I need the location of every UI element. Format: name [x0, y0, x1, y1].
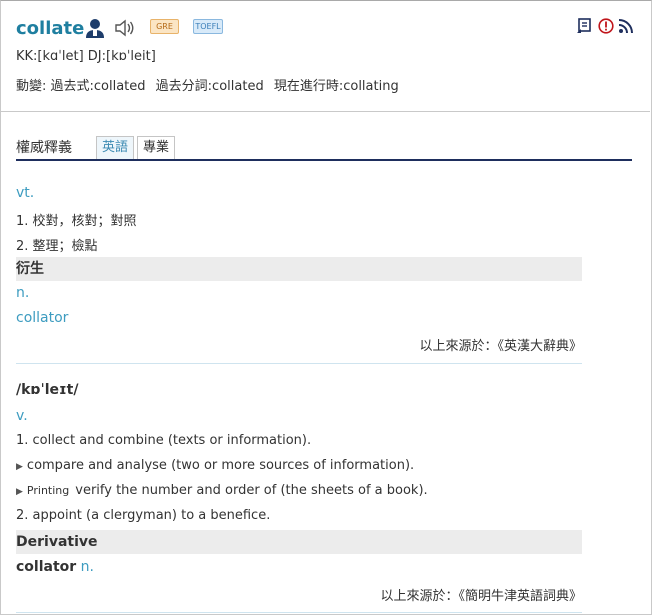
- section-divider: [16, 612, 582, 613]
- form-past-participle: 過去分詞:collated: [155, 79, 264, 94]
- rss-icon[interactable]: [618, 18, 634, 34]
- bullet-icon: ▶: [16, 462, 23, 472]
- tab-english[interactable]: 英語: [96, 136, 135, 159]
- dict1-source: 以上來源於：《英漢大辭典》: [419, 339, 582, 354]
- dict2-source: 以上來源於：《簡明牛津英語詞典》: [380, 589, 582, 604]
- dict1-derivative-link[interactable]: collator: [16, 310, 68, 326]
- tab-professional[interactable]: 專業: [137, 136, 176, 159]
- entry-header: collate GRE TOEFL KK:[kɑˈlet] DJ:[kɒˈlei…: [0, 0, 650, 112]
- form-present-participle: 現在進行時:collating: [273, 79, 399, 94]
- wordbook-icon[interactable]: [576, 18, 592, 34]
- bullet-icon: ▶: [16, 487, 23, 497]
- dict1-derivative-pos: n.: [16, 285, 30, 301]
- dict2-subsense-2-text: verify the number and order of (the shee…: [75, 483, 428, 498]
- dict2-derivative-heading: Derivative: [16, 530, 582, 554]
- definition-tabs: 權威釋義 英語 專業: [16, 134, 632, 161]
- dict2-sense-1: 1. collect and combine (texts or informa…: [16, 433, 312, 448]
- section-divider: [16, 363, 582, 364]
- tabs-title: 權威釋義: [16, 140, 72, 156]
- dict2-subsense-1-text: compare and analyse (two or more sources…: [26, 458, 415, 473]
- dict2-derivative: collator n.: [16, 559, 94, 575]
- dict2-pos: v.: [16, 408, 28, 424]
- pronunciation: KK:[kɑˈlet] DJ:[kɒˈleit]: [16, 49, 156, 64]
- dict2-derivative-pos: n.: [80, 559, 94, 575]
- dict2-ipa: /kɒˈleɪt/: [16, 382, 79, 398]
- dict2-subsense-2: ▶ Printing verify the number and order of …: [16, 483, 428, 498]
- dict2-subsense-1: ▶ compare and analyse (two or more source…: [16, 458, 414, 473]
- dict1-derivative-heading: 衍生: [16, 257, 582, 281]
- dict2-derivative-word: collator: [16, 559, 77, 575]
- headword: collate: [16, 18, 85, 39]
- toefl-badge: TOEFL: [193, 19, 223, 34]
- dict1-sense-1: 1. 校對，核對；對照: [16, 214, 137, 229]
- domain-label: Printing: [26, 484, 70, 497]
- dict1-sense-2: 2. 整理；檢點: [16, 239, 98, 254]
- form-past: 動變: 過去式:collated: [16, 79, 146, 94]
- gre-badge: GRE: [150, 19, 179, 34]
- report-error-icon[interactable]: [598, 18, 614, 34]
- word-forms: 動變: 過去式:collated 過去分詞:collated 現在進行時:col…: [16, 75, 405, 94]
- dict2-sense-2: 2. appoint (a clergyman) to a benefice.: [16, 508, 271, 523]
- user-icon[interactable]: [84, 17, 106, 39]
- dict1-pos: vt.: [16, 185, 35, 201]
- speaker-icon[interactable]: [114, 18, 136, 38]
